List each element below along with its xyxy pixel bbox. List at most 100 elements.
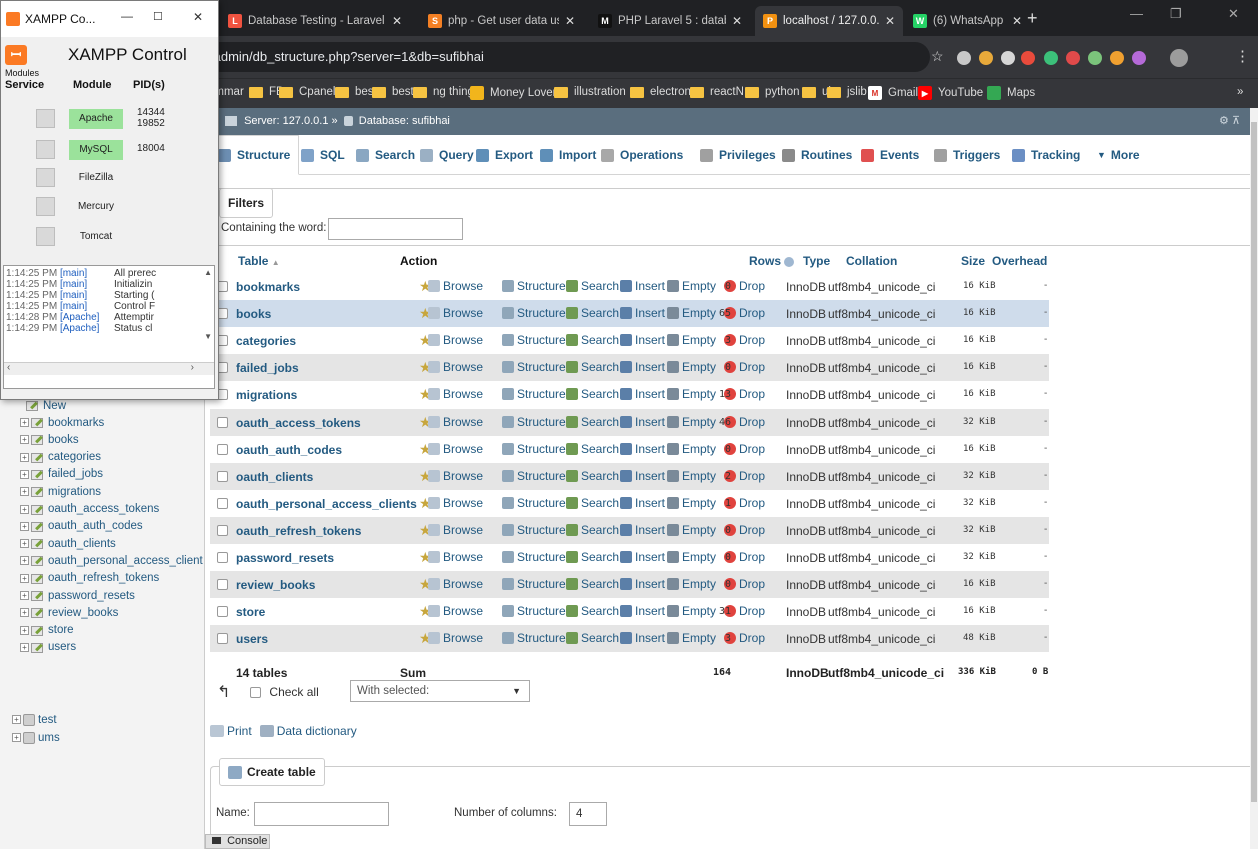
action-search[interactable]: Search	[566, 469, 619, 483]
bookmark-item[interactable]: Cpanel	[279, 86, 335, 98]
log-horizontal-scrollbar[interactable]: ‹ ›	[4, 362, 214, 375]
size-column-header[interactable]: Size	[961, 254, 985, 268]
breadcrumb-server[interactable]: Server: 127.0.0.1	[244, 115, 328, 127]
tab-routines[interactable]: Routines	[774, 135, 860, 175]
nav-table-item[interactable]: + oauth_refresh_tokens	[20, 570, 225, 587]
tab-operations[interactable]: Operations	[593, 135, 691, 175]
action-empty[interactable]: Empty	[667, 360, 716, 374]
action-search[interactable]: Search	[566, 442, 619, 456]
row-checkbox[interactable]	[217, 633, 228, 645]
collation-column-header[interactable]: Collation	[846, 254, 897, 268]
nav-table-item[interactable]: + oauth_auth_codes	[20, 518, 225, 535]
action-insert[interactable]: Insert	[620, 604, 665, 618]
table-name-link[interactable]: migrations	[236, 388, 297, 402]
extension-icon[interactable]	[1044, 51, 1058, 65]
settings-gear-icon[interactable]: ⚙ ⊼	[1219, 108, 1240, 135]
action-empty[interactable]: Empty	[667, 279, 716, 293]
filter-input[interactable]	[328, 218, 463, 240]
bookmark-item[interactable]: M Gmail	[868, 86, 918, 100]
action-structure[interactable]: Structure	[502, 279, 566, 293]
extension-icon[interactable]	[1110, 51, 1124, 65]
row-checkbox[interactable]	[217, 606, 228, 618]
tab-tracking[interactable]: Tracking	[1004, 135, 1088, 175]
action-structure[interactable]: Structure	[502, 306, 566, 320]
expand-icon[interactable]: +	[20, 591, 29, 600]
nav-table-item[interactable]: + password_resets	[20, 587, 225, 604]
action-browse[interactable]: Browse	[428, 604, 483, 618]
table-name-link[interactable]: oauth_access_tokens	[236, 416, 361, 430]
action-structure[interactable]: Structure	[502, 523, 566, 537]
action-insert[interactable]: Insert	[620, 333, 665, 347]
action-insert[interactable]: Insert	[620, 523, 665, 537]
action-structure[interactable]: Structure	[502, 387, 566, 401]
expand-icon[interactable]: +	[20, 608, 29, 618]
close-icon[interactable]: ✕	[1228, 6, 1239, 22]
bookmark-item[interactable]: electron	[630, 86, 691, 98]
breadcrumb-database[interactable]: Database: sufibhai	[359, 115, 450, 127]
table-name-link[interactable]: failed_jobs	[236, 361, 299, 375]
help-icon[interactable]	[784, 256, 795, 267]
action-search[interactable]: Search	[566, 306, 619, 320]
action-search[interactable]: Search	[566, 604, 619, 618]
action-browse[interactable]: Browse	[428, 415, 483, 429]
action-insert[interactable]: Insert	[620, 415, 665, 429]
row-checkbox[interactable]	[217, 470, 228, 482]
bookmark-item[interactable]: jslib	[827, 86, 867, 98]
xampp-minimize-icon[interactable]: —	[121, 9, 133, 23]
number-of-columns-input[interactable]: 4	[569, 802, 607, 826]
table-name-link[interactable]: password_resets	[236, 551, 334, 565]
action-browse[interactable]: Browse	[428, 550, 483, 564]
tab-triggers[interactable]: Triggers	[926, 135, 1008, 175]
table-column-header[interactable]: Table ▲	[238, 254, 280, 268]
action-browse[interactable]: Browse	[428, 387, 483, 401]
expand-icon[interactable]: +	[20, 487, 29, 497]
extension-icon[interactable]	[1001, 51, 1015, 65]
browser-tab[interactable]: Sphp - Get user data using ac ✕	[420, 6, 583, 36]
nav-table-item[interactable]: + failed_jobs	[20, 466, 225, 483]
expand-icon[interactable]: +	[12, 715, 21, 724]
action-browse[interactable]: Browse	[428, 577, 483, 591]
browser-tab[interactable]: M PHP Laravel 5 : database see ✕	[590, 6, 750, 36]
action-empty[interactable]: Empty	[667, 415, 716, 429]
tab-close-icon[interactable]: ✕	[732, 14, 742, 28]
action-browse[interactable]: Browse	[428, 360, 483, 374]
browser-tab[interactable]: L Database Testing - Laravel - ✕	[220, 6, 410, 36]
row-checkbox[interactable]	[217, 524, 228, 536]
log-scroll-up-icon[interactable]: ▲	[204, 268, 212, 277]
action-empty[interactable]: Empty	[667, 496, 716, 510]
service-checkbox[interactable]	[36, 227, 55, 246]
expand-icon[interactable]: +	[20, 504, 29, 514]
action-empty[interactable]: Empty	[667, 333, 716, 347]
extension-icon[interactable]	[1132, 51, 1146, 65]
action-structure[interactable]: Structure	[502, 577, 566, 591]
action-empty[interactable]: Empty	[667, 577, 716, 591]
table-name-input[interactable]	[254, 802, 389, 826]
action-browse[interactable]: Browse	[428, 469, 483, 483]
action-structure[interactable]: Structure	[502, 550, 566, 564]
log-scroll-right-icon[interactable]: ›	[191, 362, 194, 373]
row-checkbox[interactable]	[217, 579, 228, 591]
action-empty[interactable]: Empty	[667, 631, 716, 645]
expand-icon[interactable]: +	[20, 521, 29, 531]
action-insert[interactable]: Insert	[620, 306, 665, 320]
action-insert[interactable]: Insert	[620, 387, 665, 401]
expand-icon[interactable]: +	[20, 642, 29, 652]
check-all-label[interactable]: Check all	[269, 685, 318, 699]
expand-icon[interactable]: +	[20, 418, 29, 427]
nav-database-item[interactable]: + ums	[12, 729, 217, 746]
action-insert[interactable]: Insert	[620, 550, 665, 564]
tab-export[interactable]: Export	[468, 135, 541, 175]
type-column-header[interactable]: Type	[803, 254, 830, 268]
extension-icon[interactable]	[979, 51, 993, 65]
action-empty[interactable]: Empty	[667, 550, 716, 564]
tab-events[interactable]: Events	[853, 135, 927, 175]
page-scrollbar-thumb[interactable]	[1251, 122, 1257, 802]
action-structure[interactable]: Structure	[502, 631, 566, 645]
print-link[interactable]: Print	[227, 724, 252, 738]
bookmark-item[interactable]: Money Lover	[470, 86, 556, 100]
action-insert[interactable]: Insert	[620, 496, 665, 510]
action-insert[interactable]: Insert	[620, 360, 665, 374]
action-browse[interactable]: Browse	[428, 306, 483, 320]
log-scroll-down-icon[interactable]: ▼	[204, 332, 212, 341]
nav-table-item[interactable]: + store	[20, 622, 225, 639]
